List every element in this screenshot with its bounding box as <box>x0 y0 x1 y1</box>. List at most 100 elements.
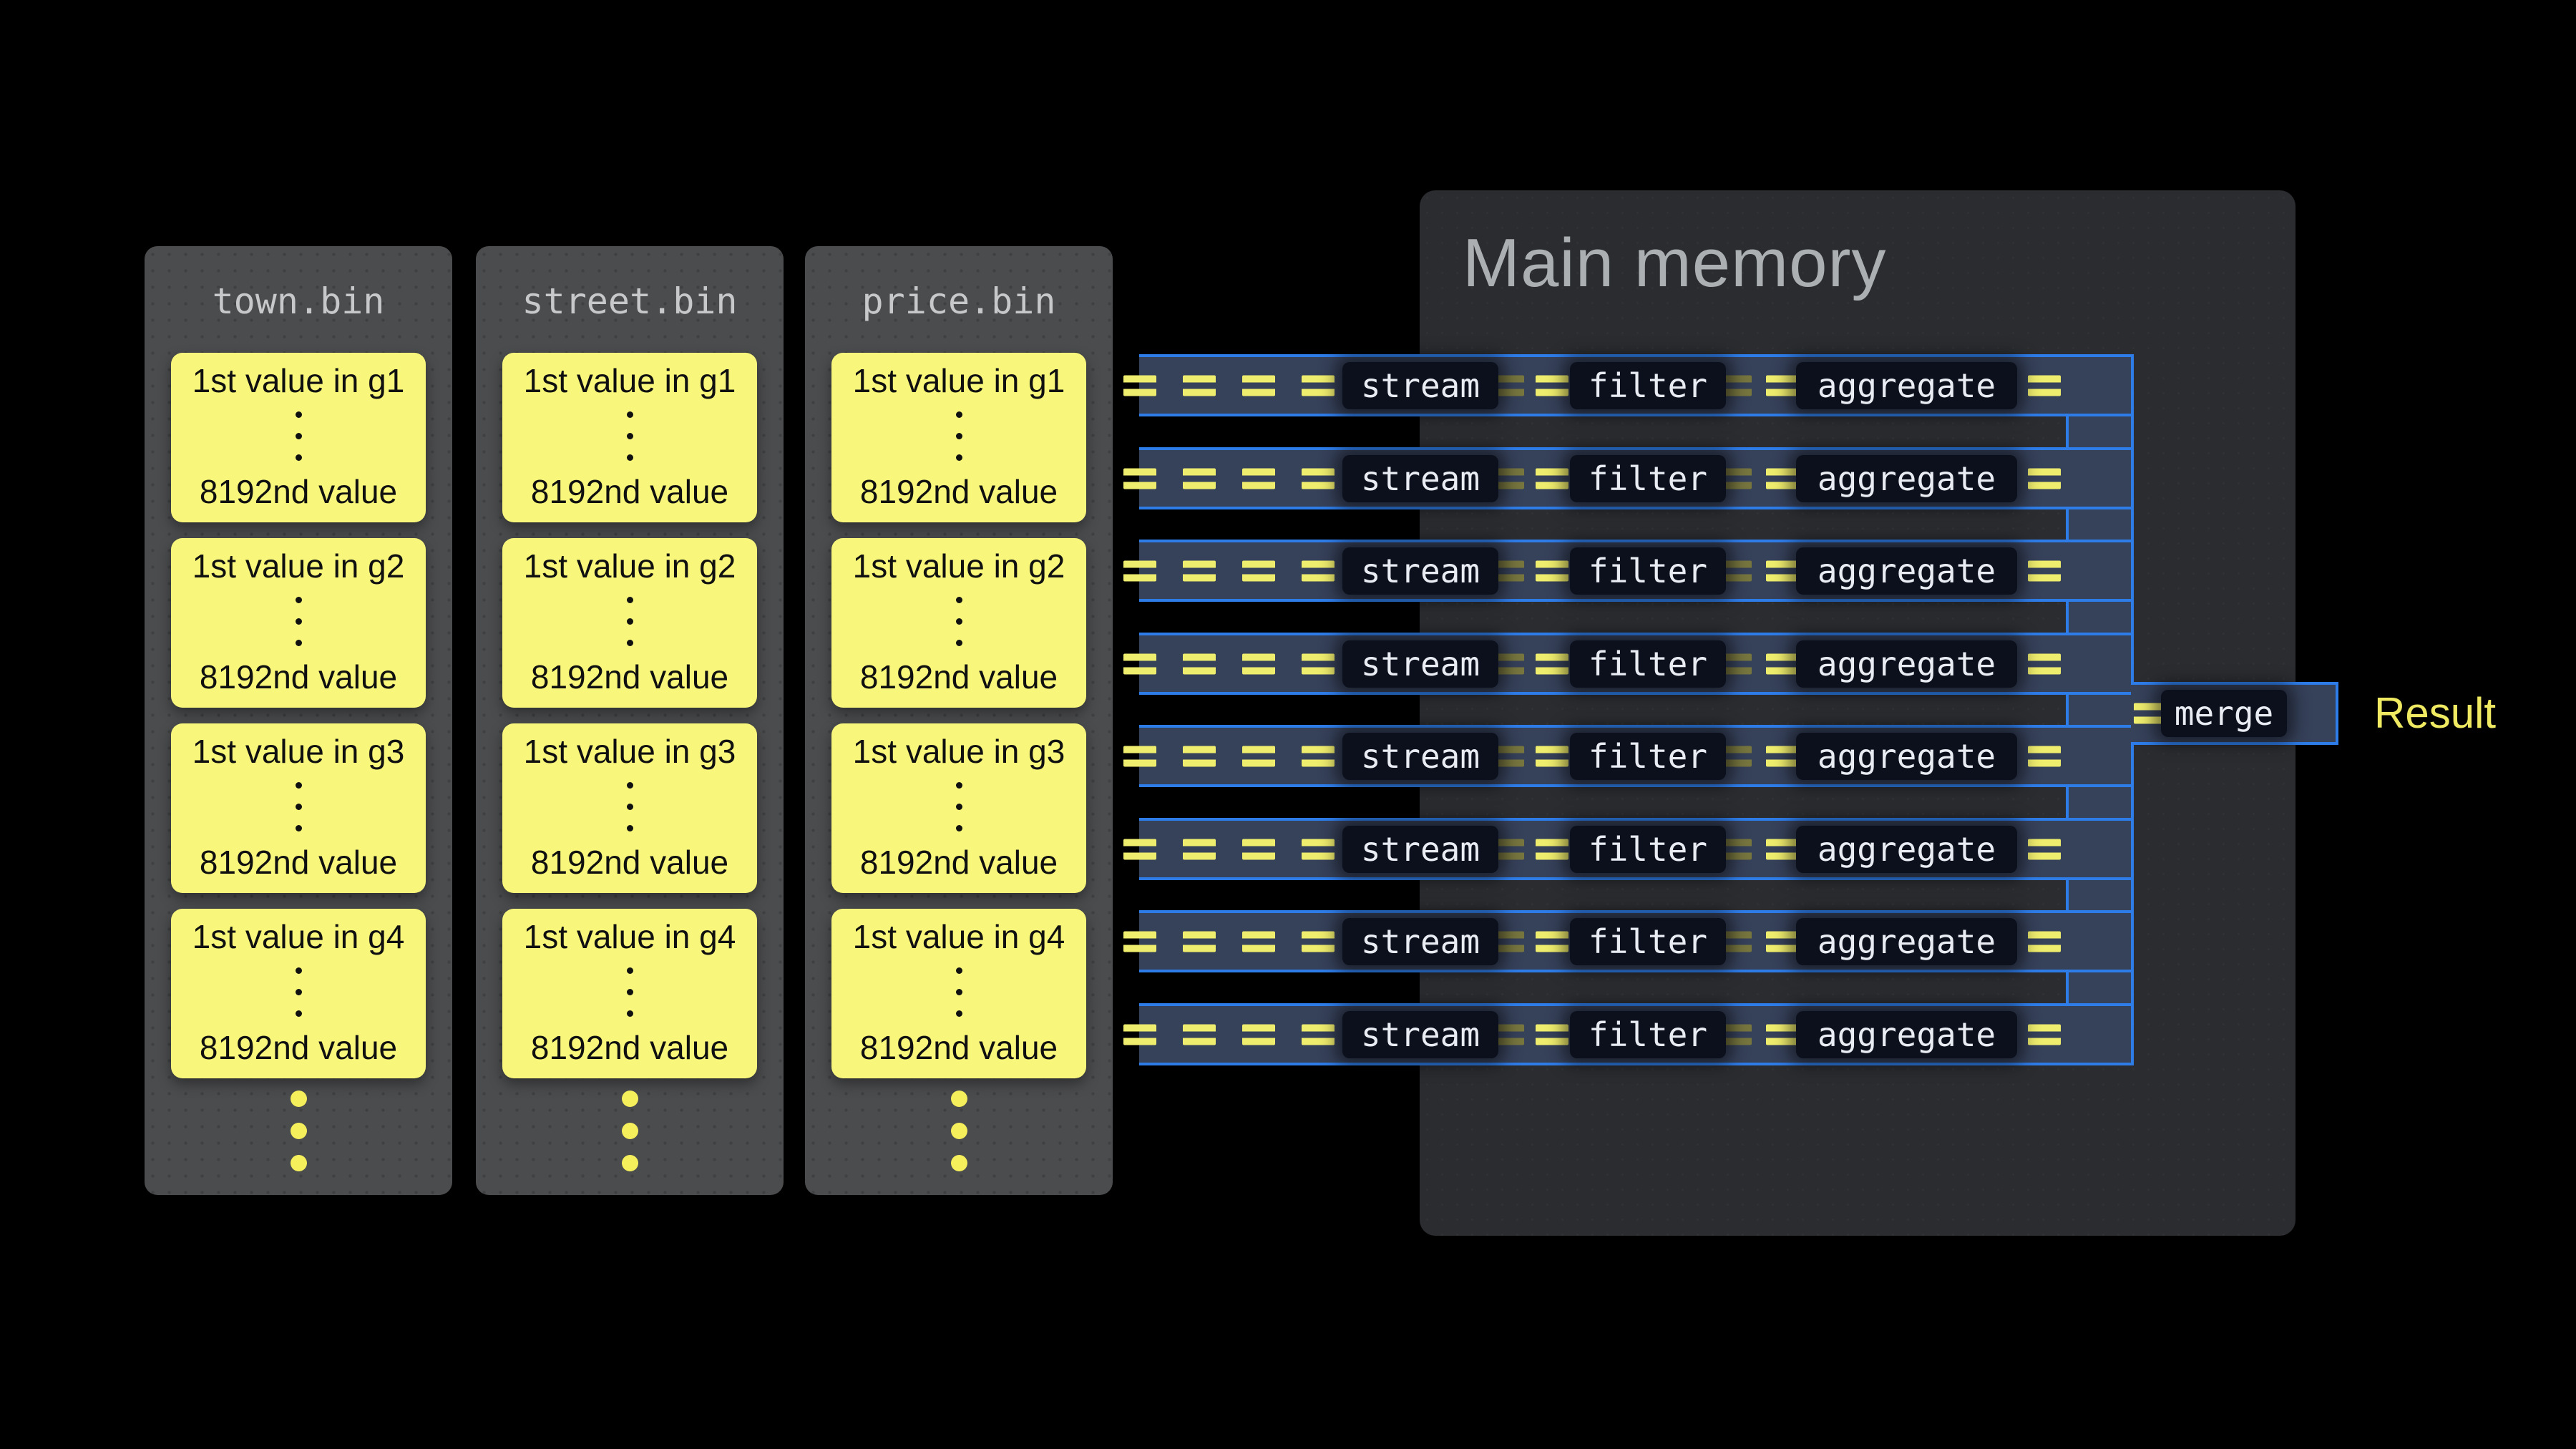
pipeline-row: stream filter aggregate <box>1139 540 2131 602</box>
block-last-value: 8192nd value <box>200 1028 397 1067</box>
data-chunk-icon <box>1766 746 1799 766</box>
block-first-value: 1st value in g4 <box>853 917 1065 956</box>
data-chunk-icon <box>1242 560 1275 581</box>
stream-operator-box: stream <box>1342 640 1498 688</box>
ellipsis-icon <box>296 597 302 646</box>
aggregate-operator-box: aggregate <box>1796 455 2017 502</box>
ellipsis-icon <box>956 597 962 646</box>
vector-block: 1st value in g3 8192nd value <box>171 723 426 893</box>
pipeline-row: stream filter aggregate <box>1139 818 2131 880</box>
data-chunk-icon <box>1123 468 1156 489</box>
aggregate-operator-box: aggregate <box>1796 1011 2017 1058</box>
data-chunk-icon <box>1183 839 1216 859</box>
data-chunk-icon <box>1536 653 1568 674</box>
data-chunk-icon <box>2028 746 2061 766</box>
data-chunk-icon <box>1536 560 1568 581</box>
aggregate-operator-box: aggregate <box>1796 362 2017 409</box>
ellipsis-icon <box>627 597 633 646</box>
block-first-value: 1st value in g3 <box>853 732 1065 771</box>
stream-operator-box: stream <box>1342 547 1498 595</box>
data-chunk-icon <box>1242 839 1275 859</box>
file-panel-price: price.bin 1st value in g1 8192nd value 1… <box>805 246 1113 1195</box>
data-chunk-icon <box>1302 468 1335 489</box>
data-chunk-icon <box>1242 653 1275 674</box>
vector-block: 1st value in g3 8192nd value <box>502 723 757 893</box>
data-chunk-icon <box>1536 839 1568 859</box>
data-chunk-icon <box>1242 746 1275 766</box>
block-last-value: 8192nd value <box>200 658 397 696</box>
data-chunk-icon <box>1183 560 1216 581</box>
data-chunk-icon <box>2028 653 2061 674</box>
data-chunk-icon <box>1536 1024 1568 1045</box>
block-first-value: 1st value in g4 <box>192 917 405 956</box>
ellipsis-icon <box>296 967 302 1017</box>
data-chunk-icon <box>1183 931 1216 952</box>
data-chunk-icon <box>1183 375 1216 396</box>
data-chunk-icon <box>1766 375 1799 396</box>
block-last-value: 8192nd value <box>860 1028 1058 1067</box>
result-label: Result <box>2374 688 2496 738</box>
main-memory-title: Main memory <box>1463 222 1886 304</box>
file-panel-street: street.bin 1st value in g1 8192nd value … <box>476 246 784 1195</box>
filter-operator-box: filter <box>1570 918 1726 965</box>
data-chunk-icon <box>1242 375 1275 396</box>
filter-operator-box: filter <box>1570 362 1726 409</box>
filter-operator-box: filter <box>1570 547 1726 595</box>
filter-operator-box: filter <box>1570 733 1726 780</box>
merge-stub: merge <box>2128 682 2338 745</box>
data-chunk-icon <box>2028 375 2061 396</box>
vector-block: 1st value in g2 8192nd value <box>502 538 757 708</box>
vector-block: 1st value in g4 8192nd value <box>171 909 426 1078</box>
block-last-value: 8192nd value <box>200 472 397 511</box>
ellipsis-icon <box>627 967 633 1017</box>
block-first-value: 1st value in g3 <box>524 732 736 771</box>
data-chunk-icon <box>2028 468 2061 489</box>
vector-blocks: 1st value in g1 8192nd value 1st value i… <box>171 353 426 1078</box>
data-chunk-icon <box>1766 931 1799 952</box>
vector-block: 1st value in g2 8192nd value <box>831 538 1086 708</box>
data-chunk-icon <box>1123 560 1156 581</box>
ellipsis-icon <box>956 411 962 461</box>
data-chunk-icon <box>1302 560 1335 581</box>
block-first-value: 1st value in g1 <box>192 361 405 400</box>
block-first-value: 1st value in g2 <box>524 547 736 585</box>
block-last-value: 8192nd value <box>860 472 1058 511</box>
aggregate-operator-box: aggregate <box>1796 640 2017 688</box>
data-chunk-icon <box>1183 1024 1216 1045</box>
filter-operator-box: filter <box>1570 1011 1726 1058</box>
filter-operator-box: filter <box>1570 455 1726 502</box>
pipeline-row: stream filter aggregate <box>1139 447 2131 509</box>
data-chunk-icon <box>1183 653 1216 674</box>
aggregate-operator-box: aggregate <box>1796 733 2017 780</box>
data-chunk-icon <box>1766 1024 1799 1045</box>
block-last-value: 8192nd value <box>531 658 728 696</box>
data-chunk-icon <box>1123 746 1156 766</box>
data-chunk-icon <box>2028 560 2061 581</box>
pipeline-row: stream filter aggregate <box>1139 725 2131 787</box>
data-chunk-icon <box>1242 931 1275 952</box>
stream-operator-box: stream <box>1342 826 1498 873</box>
vector-blocks: 1st value in g1 8192nd value 1st value i… <box>831 353 1086 1078</box>
pipeline-row: stream filter aggregate <box>1139 354 2131 416</box>
data-chunk-icon <box>1536 746 1568 766</box>
data-chunk-icon <box>2028 839 2061 859</box>
block-last-value: 8192nd value <box>200 843 397 882</box>
more-blocks-ellipsis-icon <box>476 1091 784 1171</box>
filter-operator-box: filter <box>1570 826 1726 873</box>
data-chunk-icon <box>1123 653 1156 674</box>
data-chunk-icon <box>1302 746 1335 766</box>
data-chunk-icon <box>1242 468 1275 489</box>
pipeline-row: stream filter aggregate <box>1139 1003 2131 1065</box>
block-last-value: 8192nd value <box>531 472 728 511</box>
vector-blocks: 1st value in g1 8192nd value 1st value i… <box>502 353 757 1078</box>
block-first-value: 1st value in g2 <box>853 547 1065 585</box>
block-last-value: 8192nd value <box>531 1028 728 1067</box>
file-panel-town: town.bin 1st value in g1 8192nd value 1s… <box>145 246 452 1195</box>
ellipsis-icon <box>956 782 962 831</box>
data-chunk-icon <box>2028 1024 2061 1045</box>
stream-operator-box: stream <box>1342 1011 1498 1058</box>
data-chunk-icon <box>1766 468 1799 489</box>
more-blocks-ellipsis-icon <box>145 1091 452 1171</box>
merge-operator-box: merge <box>2161 690 2287 737</box>
file-title: town.bin <box>145 280 452 322</box>
